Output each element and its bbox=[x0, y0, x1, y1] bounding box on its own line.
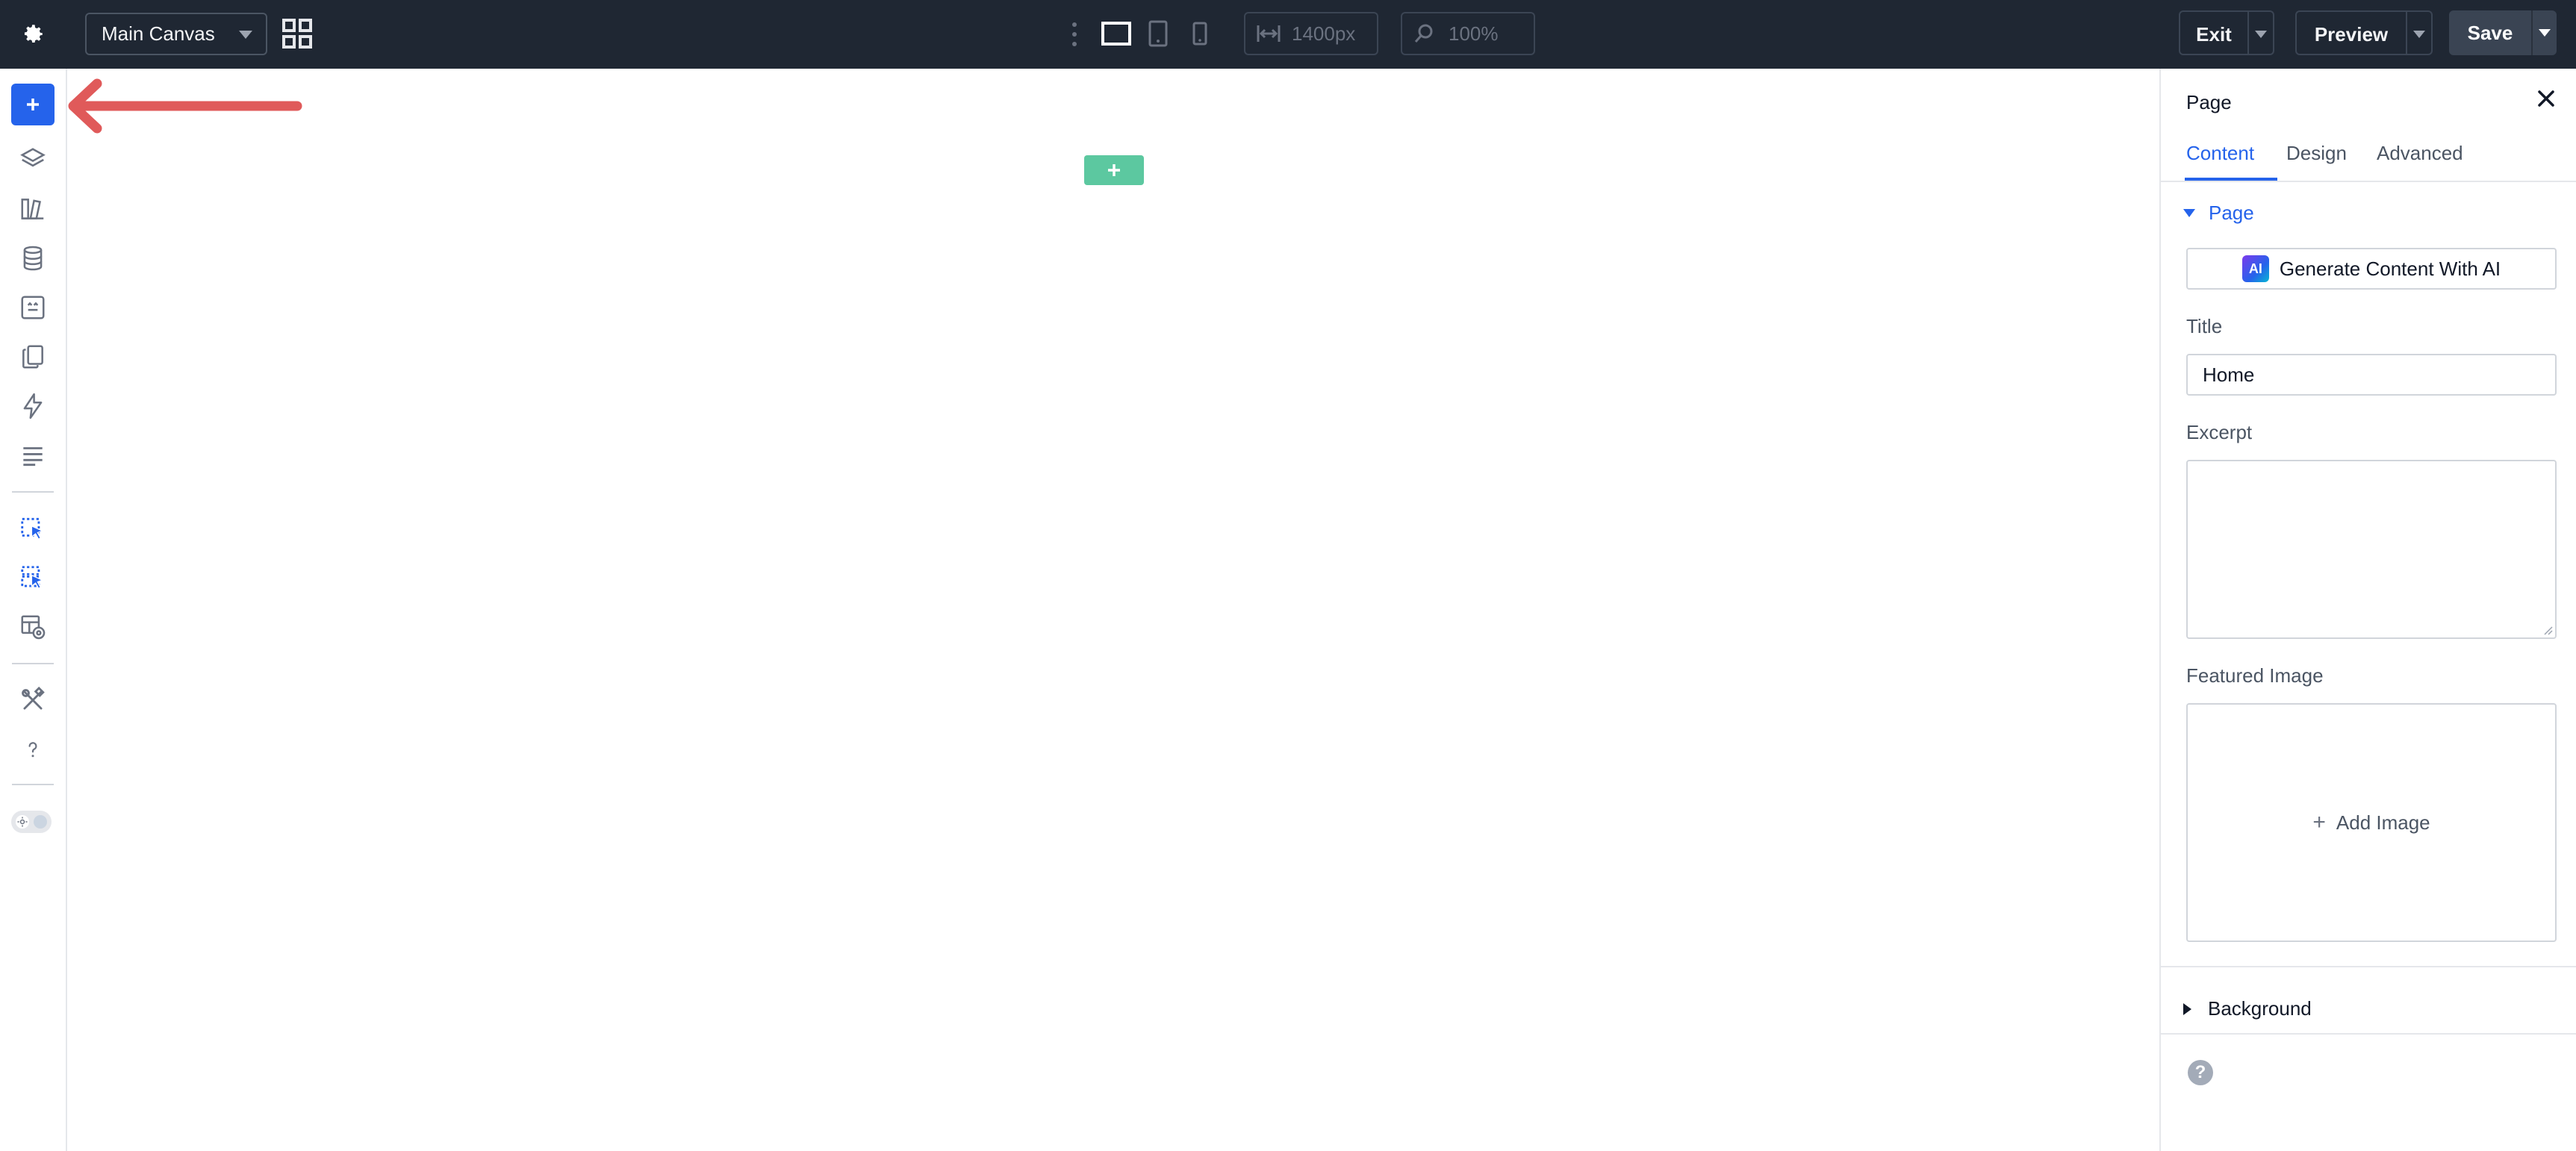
add-section-button[interactable] bbox=[1084, 155, 1144, 185]
list-settings-icon[interactable] bbox=[16, 439, 49, 472]
canvas-width-input[interactable]: 1400px bbox=[1244, 12, 1378, 55]
panel-divider bbox=[2161, 966, 2576, 967]
preview-button-group: Preview bbox=[2295, 10, 2433, 55]
theme-toggle[interactable] bbox=[11, 811, 52, 833]
plus-icon bbox=[1108, 164, 1120, 176]
save-dropdown-icon[interactable] bbox=[2531, 10, 2557, 55]
zoom-value: 100% bbox=[1449, 22, 1499, 45]
generate-ai-button[interactable]: AI Generate Content With AI bbox=[2186, 248, 2557, 290]
width-icon bbox=[1256, 22, 1281, 45]
help-circle-icon[interactable]: ? bbox=[2188, 1060, 2213, 1085]
zoom-input[interactable]: 100% bbox=[1401, 12, 1535, 55]
resize-grip-icon[interactable] bbox=[2542, 625, 2553, 635]
preview-button[interactable]: Preview bbox=[2297, 12, 2406, 54]
theme-builder-icon[interactable] bbox=[16, 512, 49, 545]
bolt-icon[interactable] bbox=[16, 390, 49, 422]
sun-icon bbox=[16, 815, 29, 829]
add-image-dropzone[interactable]: + Add Image bbox=[2186, 703, 2557, 942]
sidebar-divider bbox=[12, 784, 54, 785]
plus-icon: + bbox=[2312, 810, 2326, 835]
add-image-label: Add Image bbox=[2336, 811, 2430, 834]
canvas-select[interactable]: Main Canvas bbox=[85, 13, 267, 55]
sidebar-divider bbox=[12, 491, 54, 493]
exit-button[interactable]: Exit bbox=[2180, 12, 2247, 54]
top-toolbar: Main Canvas 1400px 100% Exit Preview Sav… bbox=[0, 0, 2576, 69]
tools-icon[interactable] bbox=[16, 684, 49, 717]
left-sidebar bbox=[0, 69, 67, 1151]
featured-image-label: Featured Image bbox=[2186, 664, 2324, 687]
save-button[interactable]: Save bbox=[2449, 10, 2531, 55]
ai-icon: AI bbox=[2241, 255, 2269, 282]
sidebar-divider bbox=[12, 663, 54, 664]
preview-dropdown-icon[interactable] bbox=[2406, 12, 2431, 54]
excerpt-textarea[interactable] bbox=[2186, 460, 2557, 639]
background-section-label: Background bbox=[2208, 997, 2312, 1020]
layers-icon[interactable] bbox=[16, 143, 49, 176]
more-options-icon[interactable] bbox=[1069, 21, 1080, 48]
grid-view-icon[interactable] bbox=[281, 18, 313, 49]
page-section-toggle[interactable]: Page bbox=[2183, 202, 2254, 225]
excerpt-label: Excerpt bbox=[2186, 421, 2253, 443]
layout-view-icon[interactable] bbox=[16, 611, 49, 643]
annotation-arrow-icon bbox=[68, 78, 302, 134]
chevron-down-icon bbox=[239, 31, 252, 39]
tab-advanced[interactable]: Advanced bbox=[2377, 137, 2463, 181]
tablet-view-icon[interactable] bbox=[1147, 18, 1169, 49]
panel-tabs: Content Design Advanced bbox=[2161, 137, 2576, 182]
desktop-view-icon[interactable] bbox=[1101, 18, 1132, 49]
panel-divider bbox=[2161, 1033, 2576, 1035]
caret-down-icon bbox=[2183, 209, 2195, 217]
settings-panel: Page Content Design Advanced Page AI Gen… bbox=[2159, 69, 2576, 1151]
database-icon[interactable] bbox=[16, 242, 49, 275]
plus-icon bbox=[27, 99, 39, 110]
settings-gear-icon[interactable] bbox=[16, 18, 49, 51]
pages-icon[interactable] bbox=[16, 340, 49, 373]
title-input[interactable] bbox=[2186, 354, 2557, 396]
exit-dropdown-icon[interactable] bbox=[2247, 12, 2273, 54]
background-section-toggle[interactable]: Background bbox=[2183, 997, 2312, 1020]
add-element-button[interactable] bbox=[11, 84, 55, 125]
tab-content[interactable]: Content bbox=[2185, 137, 2277, 181]
canvas-select-value: Main Canvas bbox=[102, 22, 215, 45]
library-icon[interactable] bbox=[16, 193, 49, 225]
generate-ai-label: Generate Content With AI bbox=[2279, 257, 2501, 280]
canvas-width-value: 1400px bbox=[1292, 22, 1356, 45]
caret-right-icon bbox=[2183, 1002, 2191, 1015]
zoom-icon bbox=[1413, 22, 1435, 45]
close-icon[interactable] bbox=[2534, 87, 2558, 110]
portability-icon[interactable] bbox=[16, 291, 49, 324]
phone-view-icon[interactable] bbox=[1189, 18, 1211, 49]
exit-button-group: Exit bbox=[2179, 10, 2274, 55]
save-button-group: Save bbox=[2449, 10, 2557, 55]
tab-design[interactable]: Design bbox=[2286, 137, 2347, 181]
page-section-label: Page bbox=[2209, 202, 2254, 224]
theme-builder-stack-icon[interactable] bbox=[16, 561, 49, 594]
title-label: Title bbox=[2186, 315, 2223, 337]
toggle-knob bbox=[34, 815, 47, 829]
help-icon[interactable] bbox=[16, 733, 49, 766]
panel-title: Page bbox=[2186, 91, 2232, 113]
main-canvas[interactable] bbox=[67, 69, 2159, 1151]
